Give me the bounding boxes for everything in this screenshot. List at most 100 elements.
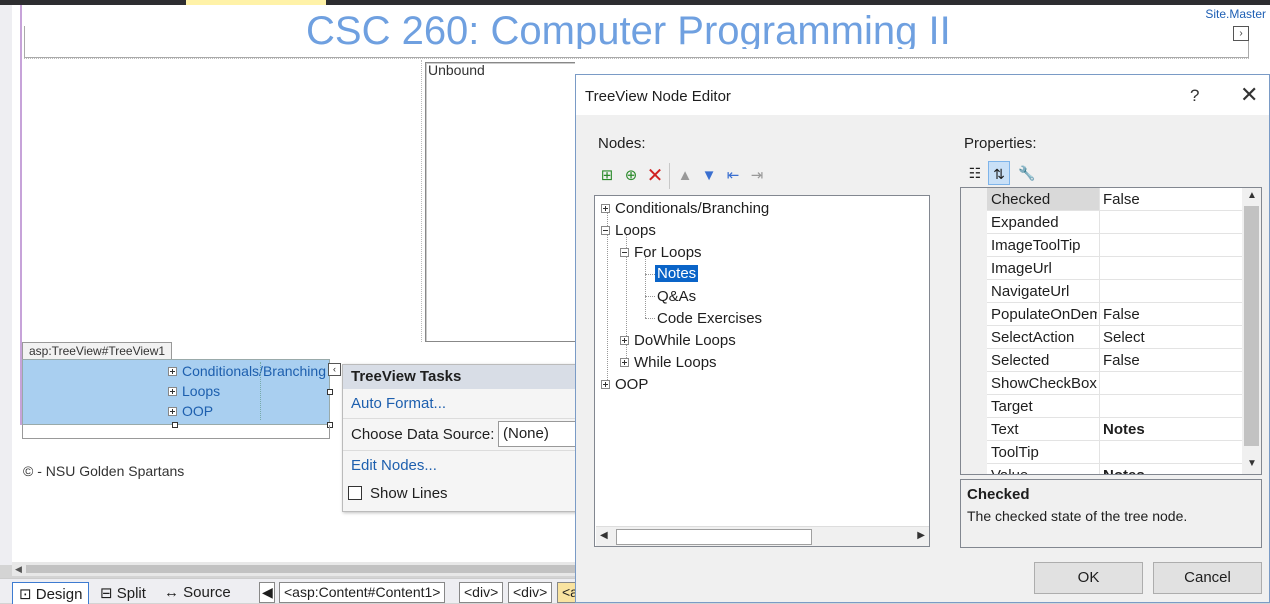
collapse-minus-icon: [620, 247, 629, 257]
treeview-control[interactable]: Conditionals/Branching Loops OOP: [22, 359, 330, 425]
categorized-icon[interactable]: ☷: [964, 161, 986, 185]
tree-node[interactable]: Code Exercises: [657, 310, 762, 327]
tree-horizontal-scrollbar[interactable]: ◀ ▶: [596, 526, 929, 546]
property-row[interactable]: NavigateUrl: [987, 280, 1242, 303]
tree-node[interactable]: Loops: [601, 222, 656, 239]
source-view-button[interactable]: ↔ Source: [158, 582, 237, 604]
column-divider: [1099, 303, 1100, 326]
column-divider: [1099, 280, 1100, 303]
tree-node[interactable]: For Loops: [620, 244, 702, 261]
breadcrumb[interactable]: <asp:Content#Content1>: [279, 582, 446, 603]
property-value[interactable]: False: [1103, 352, 1140, 369]
control-outline: [22, 425, 330, 439]
scroll-up-icon[interactable]: ▲: [1247, 190, 1257, 201]
expand-plus-icon: [601, 203, 610, 213]
expand-plus-icon: [168, 386, 177, 396]
move-up-icon[interactable]: ▲: [674, 165, 696, 187]
wrench-icon[interactable]: 🔧: [1016, 161, 1038, 185]
property-row[interactable]: ToolTip: [987, 441, 1242, 464]
column-divider: [1099, 418, 1100, 441]
breadcrumb-left-icon[interactable]: ◀: [259, 582, 275, 603]
smart-tag-icon[interactable]: ‹: [328, 363, 341, 376]
ok-button[interactable]: OK: [1034, 562, 1143, 594]
delete-icon[interactable]: ✕: [644, 165, 666, 187]
property-row[interactable]: ImageUrl: [987, 257, 1242, 280]
alphabetical-icon[interactable]: ⇅: [988, 161, 1010, 185]
property-description: Checked The checked state of the tree no…: [960, 479, 1262, 548]
property-vertical-scrollbar[interactable]: ▲ ▼: [1242, 188, 1261, 474]
cancel-button[interactable]: Cancel: [1153, 562, 1262, 594]
add-child-icon[interactable]: ⊕: [620, 165, 642, 187]
scroll-down-icon[interactable]: ▼: [1247, 458, 1257, 469]
horizontal-scrollbar[interactable]: [12, 562, 577, 576]
add-root-icon[interactable]: ⊞: [596, 165, 618, 187]
toolbar-divider: [669, 163, 670, 189]
close-icon[interactable]: ✕: [1240, 83, 1258, 107]
property-row[interactable]: Expanded: [987, 211, 1242, 234]
page-title: CSC 260: Computer Programming II: [306, 9, 951, 49]
tree-node-label: Conditionals/Branching: [615, 200, 770, 217]
move-down-icon[interactable]: ▼: [698, 165, 720, 187]
nodes-label: Nodes:: [598, 135, 646, 152]
edit-nodes-link[interactable]: Edit Nodes...: [351, 457, 437, 474]
property-name: SelectAction: [991, 329, 1075, 346]
property-grid[interactable]: Checked False Expanded ImageToolTip ImageUrl…: [960, 187, 1262, 475]
design-view-button[interactable]: ⊡ Design: [12, 582, 90, 604]
tree-node[interactable]: DoWhile Loops: [620, 332, 736, 349]
property-value[interactable]: False: [1103, 306, 1140, 323]
scrollbar-thumb[interactable]: [616, 529, 812, 545]
expand-plus-icon: [168, 366, 177, 376]
tree-preview-item[interactable]: OOP: [168, 403, 213, 419]
auto-format-link[interactable]: Auto Format...: [351, 395, 446, 412]
column-divider: [1099, 441, 1100, 464]
site-master-tab[interactable]: Site.Master: [1205, 7, 1266, 21]
scroll-left-icon[interactable]: ◀: [600, 530, 608, 541]
split-view-button[interactable]: ⊟ Split: [94, 582, 152, 604]
treeview-node-editor-dialog: TreeView Node Editor ? ✕ Nodes: Properti…: [575, 74, 1270, 603]
property-row[interactable]: Target: [987, 395, 1242, 418]
property-row[interactable]: ShowCheckBox: [987, 372, 1242, 395]
data-source-select[interactable]: (None): [498, 421, 583, 447]
scrollbar-thumb[interactable]: [26, 565, 576, 573]
property-row[interactable]: PopulateOnDemand False: [987, 303, 1242, 326]
property-row[interactable]: Value Notes: [987, 464, 1242, 474]
expand-plus-icon: [601, 379, 610, 389]
property-value[interactable]: False: [1103, 191, 1140, 208]
scrollbar-thumb[interactable]: [1244, 206, 1259, 446]
property-row[interactable]: Text Notes: [987, 418, 1242, 441]
property-row[interactable]: ImageToolTip: [987, 234, 1242, 257]
column-divider: [1099, 395, 1100, 418]
tree-node-label: Loops: [615, 222, 656, 239]
tree-node-selected[interactable]: Notes: [655, 265, 699, 282]
scroll-left-icon[interactable]: ◀: [15, 564, 22, 575]
property-name: Expanded: [991, 214, 1059, 231]
property-row[interactable]: Selected False: [987, 349, 1242, 372]
tree-node[interactable]: Conditionals/Branching: [601, 200, 769, 217]
tree-node[interactable]: While Loops: [620, 354, 717, 371]
tree-line: [645, 318, 655, 319]
tree-preview-item[interactable]: Loops: [168, 383, 220, 399]
property-row[interactable]: Checked False: [987, 188, 1242, 211]
property-row[interactable]: SelectAction Select: [987, 326, 1242, 349]
breadcrumb[interactable]: <div>: [459, 582, 504, 603]
property-value[interactable]: Notes: [1103, 467, 1145, 474]
help-icon[interactable]: ?: [1190, 86, 1199, 106]
tree-node[interactable]: Q&As: [657, 288, 696, 305]
tree-line: [645, 256, 646, 318]
show-lines-checkbox[interactable]: [348, 486, 362, 500]
unbound-control[interactable]: [425, 62, 575, 342]
tree-node[interactable]: OOP: [601, 376, 648, 393]
tree-preview-item[interactable]: Conditionals/Branching: [168, 363, 326, 379]
property-value[interactable]: Notes: [1103, 421, 1145, 438]
breadcrumb[interactable]: <div>: [508, 582, 553, 603]
indent-icon[interactable]: ⇥: [746, 165, 768, 187]
outdent-icon[interactable]: ⇤: [722, 165, 744, 187]
scroll-right-icon[interactable]: ▶: [917, 530, 925, 541]
property-value[interactable]: Select: [1103, 329, 1145, 346]
property-name: PopulateOnDemand: [991, 306, 1097, 323]
chevron-right-icon[interactable]: ›: [1233, 26, 1249, 41]
choose-data-source-label: Choose Data Source:: [351, 426, 495, 443]
nodes-tree[interactable]: Conditionals/Branching Loops For Loops N…: [594, 195, 930, 547]
property-name: Target: [991, 398, 1033, 415]
resize-handle[interactable]: [327, 389, 333, 395]
